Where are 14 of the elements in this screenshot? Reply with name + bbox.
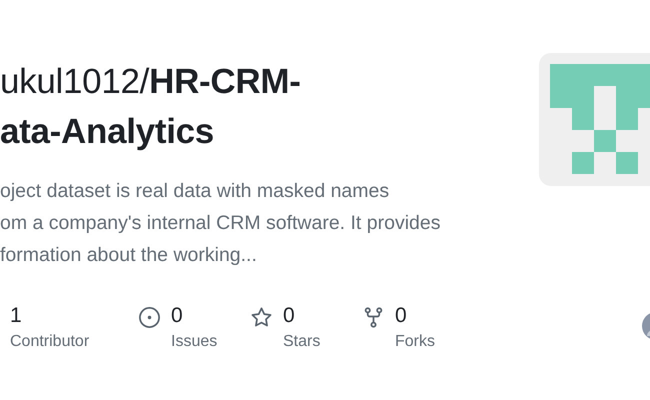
stat-label: Issues [171, 333, 218, 351]
stat-label: Stars [283, 333, 320, 351]
star-icon [250, 306, 273, 329]
stat-count: 1 [10, 303, 23, 329]
stat-label: Contributor [10, 333, 90, 351]
stat-count: 0 [395, 303, 408, 329]
stat-count: 0 [283, 303, 296, 329]
repo-description: oject dataset is real data with masked names om a company's internal CRM software. It provides formation about the working... [0, 179, 442, 268]
pixel-pattern-icon [550, 64, 650, 174]
fork-icon [362, 306, 385, 329]
stat-label: Forks [395, 333, 435, 351]
repo-title: ukul1012/HR-CRM- ata-Analytics [0, 61, 302, 153]
stat-count: 0 [171, 303, 184, 329]
issue-icon [138, 306, 161, 329]
